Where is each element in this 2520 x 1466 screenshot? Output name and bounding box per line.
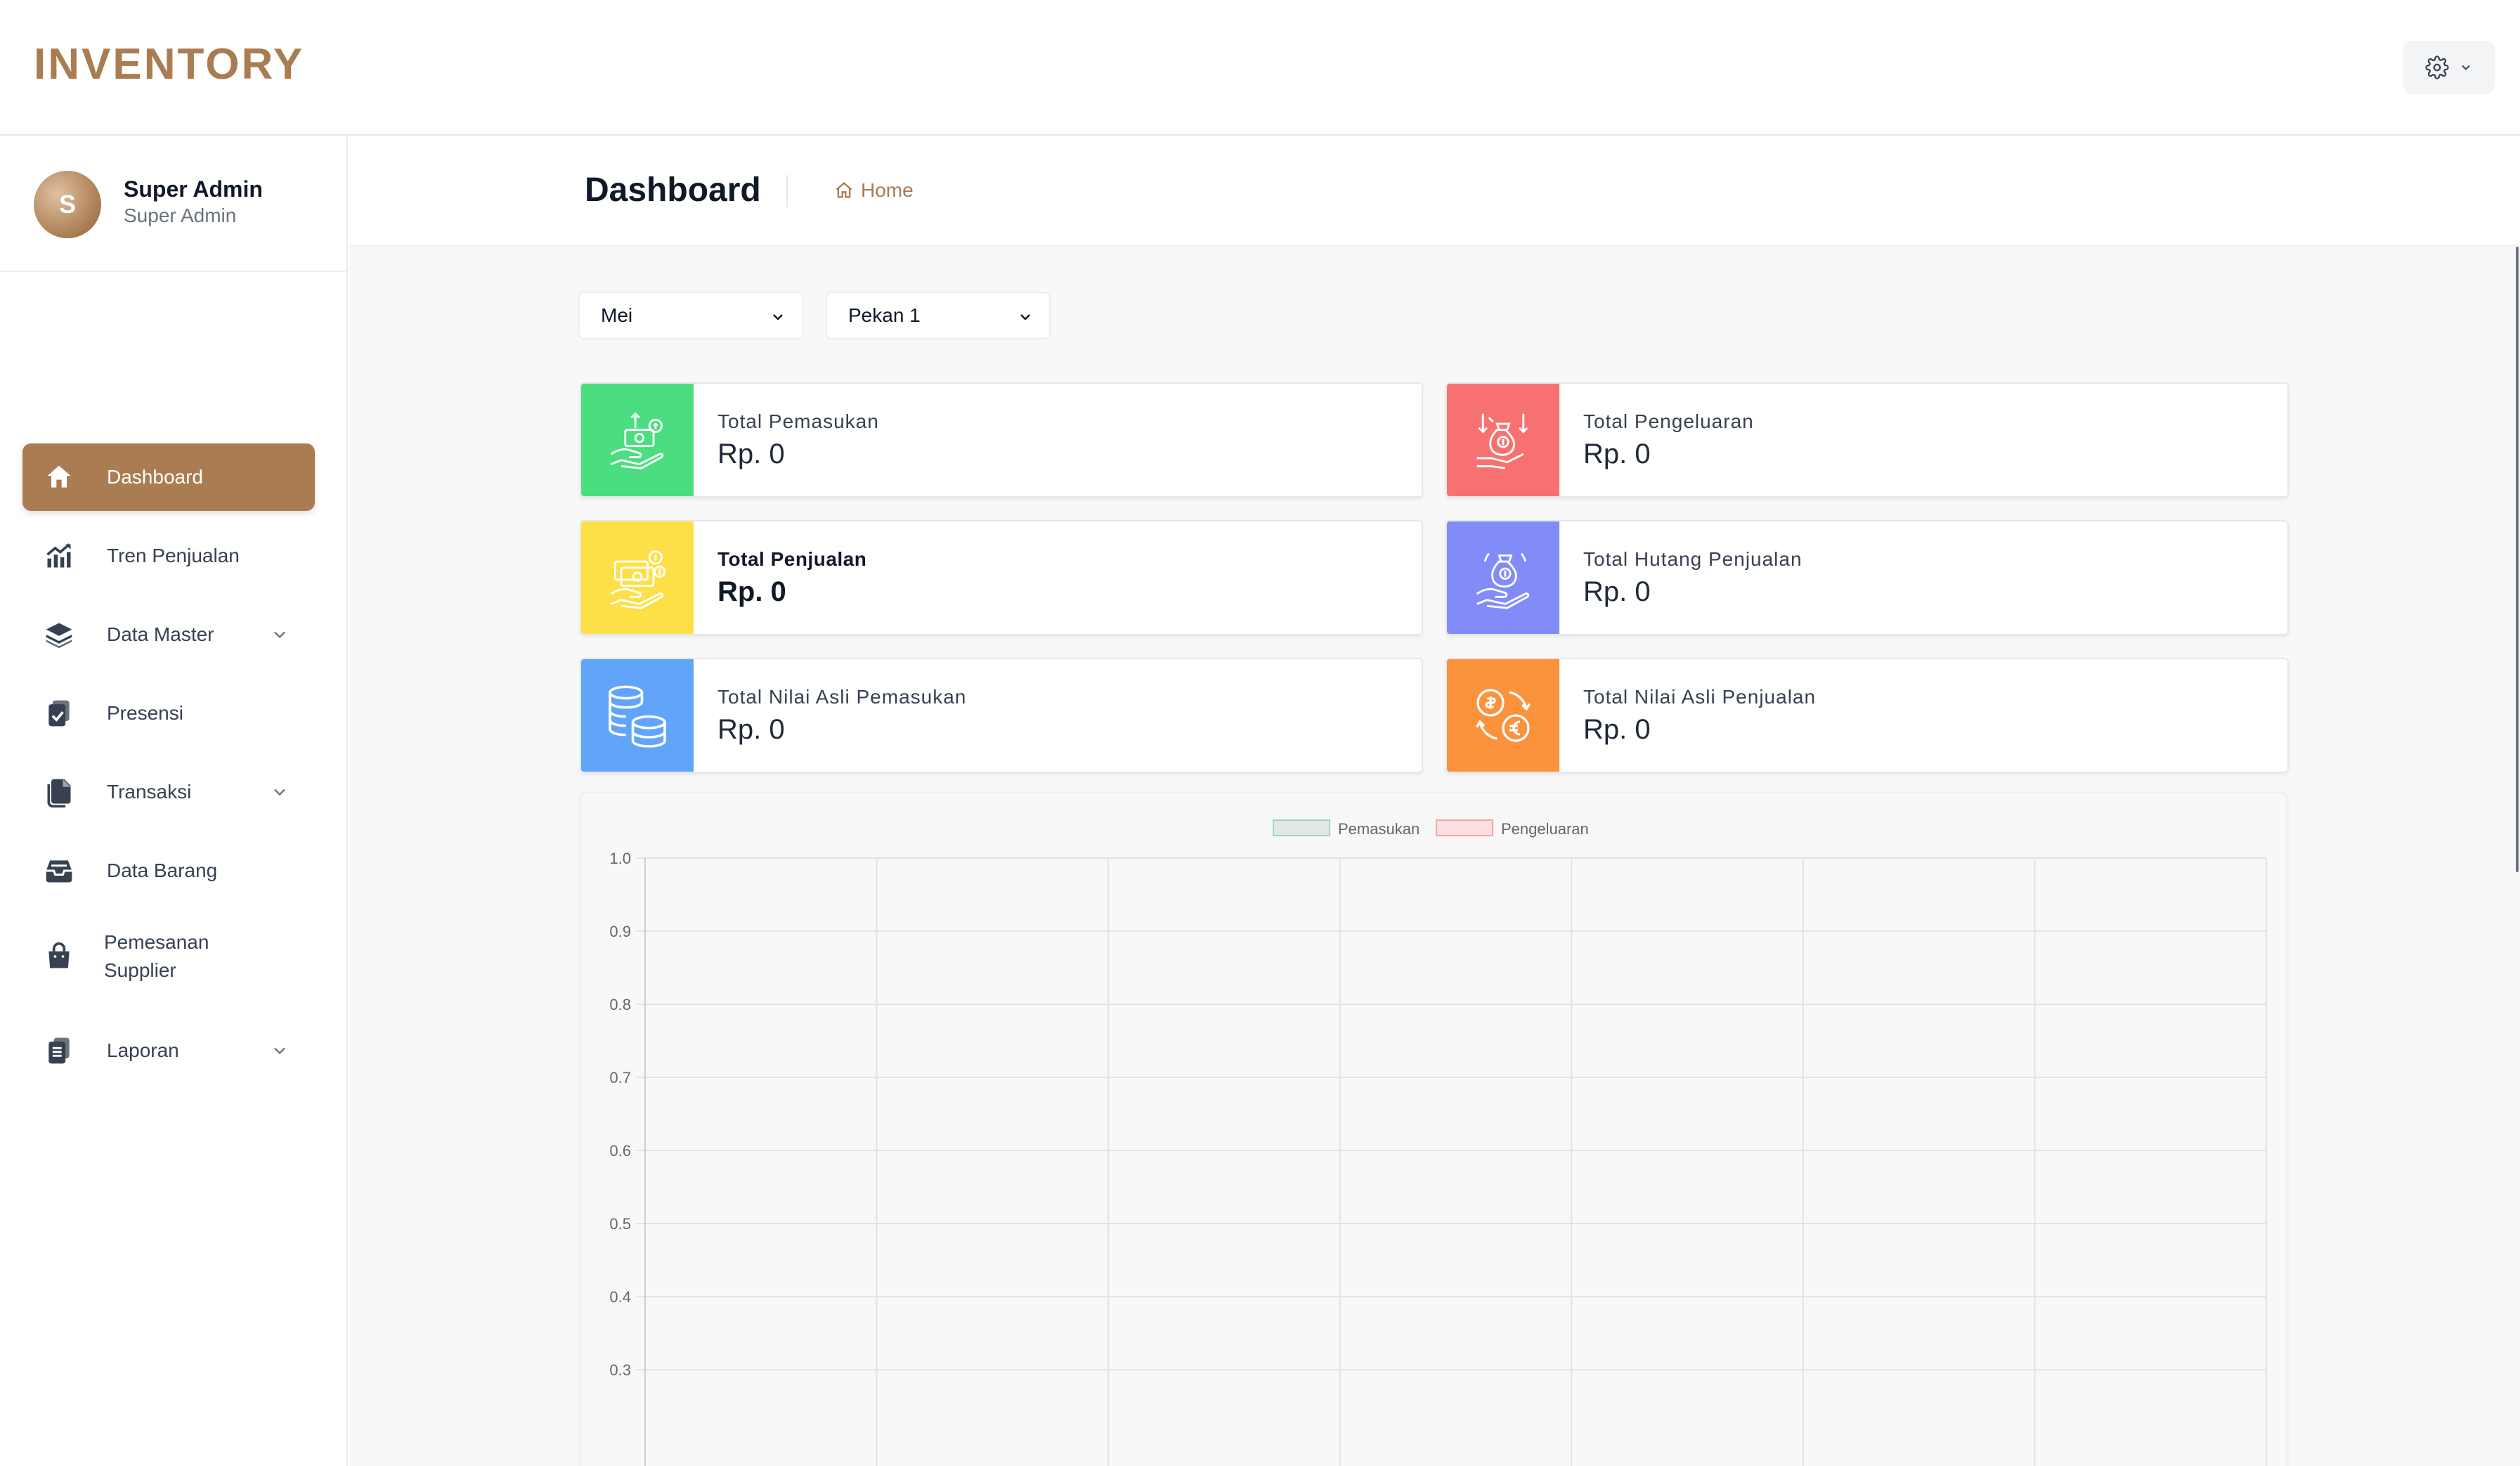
page-header: Dashboard Home (349, 137, 2520, 247)
sidebar-item-data-master[interactable]: Data Master (22, 601, 315, 668)
stat-card-label: Total Hutang Penjualan (1583, 548, 1803, 570)
y-tick-label: 0.5 (609, 1215, 631, 1233)
sidebar-item-label: Data Master (107, 623, 214, 645)
page-title: Dashboard (585, 171, 761, 209)
home-icon (836, 181, 852, 198)
clipboard-check-icon (48, 700, 70, 727)
sidebar-item-transaksi[interactable]: Transaksi (22, 758, 315, 826)
profile-role: Super Admin (124, 205, 237, 226)
sidebar-item-label: Laporan (107, 1039, 179, 1061)
sidebar-item-pemesanan-supplier[interactable]: Pemesanan Supplier (22, 916, 315, 997)
stat-card-value: Rp. 0 (717, 576, 786, 607)
stat-card-label: Total Nilai Asli Pemasukan (717, 686, 967, 708)
y-tick-label: 1.0 (609, 850, 631, 867)
stat-card-total-pemasukan: Total Pemasukan Rp. 0 (580, 382, 1423, 498)
breadcrumb[interactable]: Home (834, 179, 914, 202)
money-bag-hand-icon (1447, 521, 1559, 634)
y-tick-label: 0.3 (609, 1361, 631, 1379)
sidebar-item-data-barang[interactable]: Data Barang (22, 837, 315, 904)
documents-icon (47, 779, 71, 807)
chevron-down-icon (1020, 314, 1030, 320)
sidebar-item-presensi[interactable]: Presensi (22, 680, 315, 747)
cash-hand-icon (581, 521, 694, 634)
sidebar-item-label: Dashboard (107, 466, 203, 488)
chevron-down-icon (274, 1047, 285, 1055)
brand-logo-text[interactable]: INVENTORY (34, 39, 304, 89)
gear-icon (2425, 56, 2449, 79)
coin-stack-icon (581, 659, 694, 772)
chevron-down-icon (274, 789, 285, 796)
y-tick-label: 0.9 (609, 923, 631, 940)
sidebar-item-label: Presensi (107, 702, 183, 724)
currency-exchange-icon (1447, 659, 1559, 772)
breadcrumb-home[interactable]: Home (861, 179, 914, 202)
stat-card-value: Rp. 0 (1583, 714, 1651, 745)
report-icon (48, 1037, 70, 1064)
month-select[interactable]: Mei (578, 292, 803, 339)
legend-label: Pemasukan (1338, 820, 1420, 838)
y-tick-label: 0.4 (609, 1288, 631, 1306)
trend-chart-icon (46, 543, 71, 568)
sidebar-item-tren-penjualan[interactable]: Tren Penjualan (22, 522, 315, 590)
y-tick-label: 0.6 (609, 1142, 631, 1160)
legend-swatch (1436, 819, 1493, 836)
stat-card-label: Total Pengeluaran (1583, 410, 1754, 432)
sidebar-item-laporan[interactable]: Laporan (22, 1017, 315, 1084)
chevron-down-icon (274, 631, 285, 639)
stat-card-value: Rp. 0 (1583, 576, 1651, 607)
sidebar-item-label: Data Barang (107, 860, 218, 881)
settings-dropdown-button[interactable] (2403, 41, 2495, 94)
chevron-down-icon (2462, 65, 2470, 70)
stat-card-value: Rp. 0 (1583, 439, 1651, 469)
sidebar-item-label: Tren Penjualan (107, 545, 240, 566)
sidebar-item-dashboard[interactable]: Dashboard (22, 443, 315, 511)
profile-name: Super Admin (124, 176, 263, 202)
stat-card-total-hutang-penjualan: Total Hutang Penjualan Rp. 0 (1446, 520, 2289, 635)
inbox-icon (46, 860, 72, 883)
money-bag-down-icon (1447, 384, 1559, 496)
sidebar: S Super Admin Super Admin Dashboard Tren… (0, 137, 348, 1466)
y-tick-label: 0.8 (609, 996, 631, 1013)
stat-card-label: Total Nilai Asli Penjualan (1583, 686, 1817, 708)
home-icon (47, 465, 71, 488)
sidebar-item-label-line2: Supplier (104, 959, 176, 981)
layers-icon (46, 623, 72, 649)
top-header: INVENTORY (0, 0, 2520, 136)
legend-swatch (1273, 819, 1330, 836)
chart-canvas: 1.0 0.9 0.8 0.7 0.6 0.5 0.4 0.3 Pemasukan Pengelu… (609, 819, 2267, 1466)
stat-card-value: Rp. 0 (717, 714, 785, 745)
stat-card-total-pengeluaran: Total Pengeluaran Rp. 0 (1446, 382, 2289, 498)
stat-card-total-nilai-asli-penjualan: Total Nilai Asli Penjualan Rp. 0 (1446, 658, 2289, 773)
income-expense-chart: 1.0 0.9 0.8 0.7 0.6 0.5 0.4 0.3 Pemasukan Pengelu… (580, 792, 2287, 1466)
main-content: Dashboard Home Mei Pekan 1 Total Pemasuk… (349, 137, 2520, 1466)
avatar: S (34, 171, 101, 238)
stat-card-total-penjualan: Total Penjualan Rp. 0 (580, 520, 1423, 635)
week-select-value: Pekan 1 (848, 304, 921, 326)
week-select[interactable]: Pekan 1 (826, 292, 1051, 339)
stat-card-total-nilai-asli-pemasukan: Total Nilai Asli Pemasukan Rp. 0 (580, 658, 1423, 773)
scrollbar[interactable] (2516, 247, 2519, 872)
money-hand-up-icon (581, 384, 694, 496)
sidebar-item-label: Transaksi (107, 781, 192, 803)
stat-card-value: Rp. 0 (717, 439, 785, 469)
y-tick-label: 0.7 (609, 1069, 631, 1086)
month-select-value: Mei (601, 304, 633, 326)
stat-card-label: Total Pemasukan (717, 410, 879, 432)
legend-label: Pengeluaran (1501, 820, 1589, 838)
sidebar-item-label-line1: Pemesanan (104, 931, 209, 953)
shopping-bag-icon (48, 942, 70, 968)
chevron-down-icon (773, 314, 783, 320)
user-profile: S Super Admin Super Admin (0, 137, 346, 272)
header-divider (786, 175, 788, 207)
stat-card-label: Total Penjualan (717, 548, 867, 570)
sidebar-item-label: Pemesanan Supplier (104, 928, 209, 985)
